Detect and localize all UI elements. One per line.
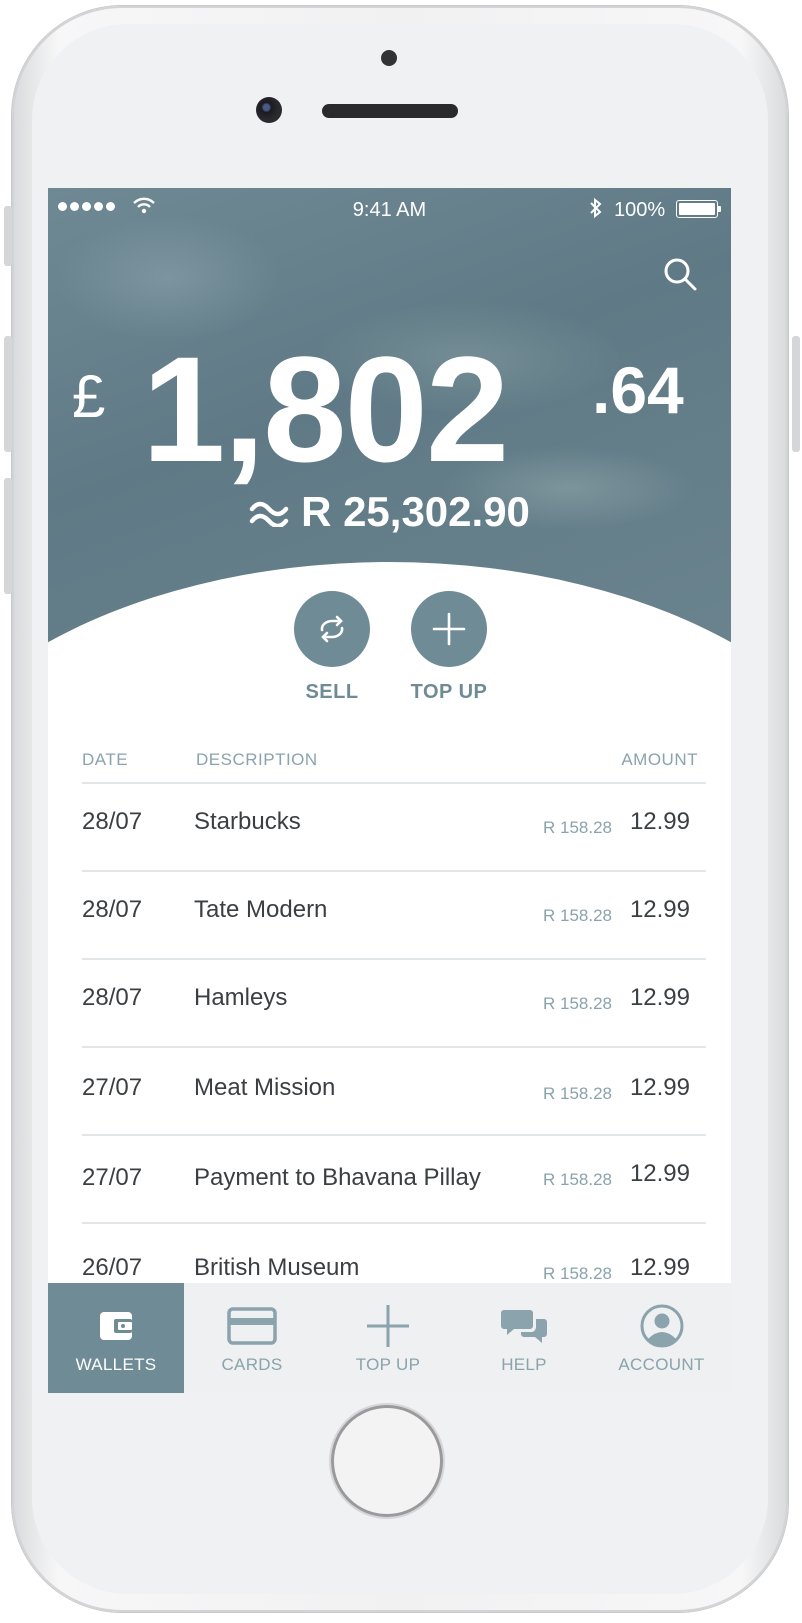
- tab-cards[interactable]: CARDS: [184, 1283, 320, 1393]
- plus-icon: [367, 1305, 409, 1347]
- transaction-row[interactable]: 27/07 Meat Mission R 158.28 12.99: [82, 1046, 706, 1136]
- tab-bar: WALLETS CARDS TOP UP HELP ACCOUNT: [48, 1283, 731, 1393]
- top-up-circle[interactable]: [411, 591, 487, 667]
- wallet-icon: [100, 1312, 132, 1340]
- transaction-row[interactable]: 28/07 Starbucks R 158.28 12.99: [82, 782, 706, 872]
- bluetooth-icon: [590, 197, 602, 219]
- approx-icon: [249, 501, 289, 527]
- transaction-rand-amount: R 158.28: [543, 994, 612, 1013]
- tab-account[interactable]: ACCOUNT: [592, 1283, 731, 1393]
- mute-switch: [4, 206, 12, 266]
- card-icon: [227, 1307, 277, 1345]
- search-icon[interactable]: [660, 254, 700, 294]
- transaction-amount: 12.99: [629, 1074, 690, 1101]
- date-column-header: DATE: [82, 750, 129, 769]
- proximity-sensor: [381, 50, 397, 66]
- transaction-rand-amount: R 158.28: [543, 1264, 612, 1283]
- top-up-label: TOP UP: [410, 681, 488, 703]
- transaction-date: 28/07: [82, 984, 143, 1011]
- front-camera: [256, 97, 282, 123]
- transaction-row[interactable]: 28/07 Hamleys R 158.28 12.99: [82, 958, 706, 1048]
- volume-up-button: [4, 336, 12, 452]
- tab-top-up[interactable]: TOP UP: [320, 1283, 456, 1393]
- transaction-amount: 12.99: [629, 1160, 690, 1187]
- transaction-date: 26/07: [82, 1254, 143, 1281]
- transaction-amount: 12.99: [629, 984, 690, 1011]
- tab-account-label: ACCOUNT: [618, 1355, 705, 1374]
- status-bar: 9:41 AM 100%: [48, 188, 731, 230]
- home-button[interactable]: [331, 1405, 443, 1517]
- transaction-date: 28/07: [82, 896, 143, 923]
- wallet-balance: £ 1,802 .64: [48, 334, 731, 484]
- transaction-date: 27/07: [82, 1074, 143, 1101]
- transaction-description: Tate Modern: [194, 896, 328, 923]
- volume-down-button: [4, 478, 12, 594]
- user-icon: [640, 1304, 683, 1348]
- transaction-rand-amount: R 158.28: [543, 1084, 612, 1103]
- transactions-header: DATE DESCRIPTION AMOUNT: [82, 748, 706, 784]
- exchange-icon: [320, 615, 344, 643]
- sell-button[interactable]: SELL: [292, 591, 372, 704]
- sell-circle[interactable]: [294, 591, 370, 667]
- power-button: [792, 336, 800, 452]
- description-column-header: DESCRIPTION: [196, 750, 318, 769]
- transaction-amount: 12.99: [629, 808, 690, 835]
- converted-amount: R 25,302.90: [301, 488, 530, 535]
- battery-percent: 100%: [614, 199, 666, 221]
- transaction-date: 28/07: [82, 808, 143, 835]
- tab-help[interactable]: HELP: [456, 1283, 592, 1393]
- tab-wallets-label: WALLETS: [75, 1355, 157, 1374]
- battery-icon: [676, 200, 721, 218]
- tab-help-label: HELP: [501, 1355, 547, 1374]
- top-up-button[interactable]: TOP UP: [409, 591, 489, 704]
- transaction-description: Hamleys: [194, 984, 288, 1011]
- balance-decimal: .64: [592, 353, 684, 427]
- amount-column-header: AMOUNT: [621, 750, 698, 769]
- earpiece-speaker: [322, 104, 458, 118]
- transaction-description: Payment to Bhavana Pillay: [194, 1164, 481, 1191]
- plus-icon: [432, 612, 466, 646]
- app-screen: 9:41 AM 100% £ 1,802 .64 R 25,302.90 SEL…: [48, 188, 731, 1393]
- transaction-rand-amount: R 158.28: [543, 906, 612, 925]
- chat-bubbles-icon: [501, 1310, 547, 1343]
- currency-symbol: £: [72, 363, 106, 430]
- tab-wallets[interactable]: WALLETS: [48, 1283, 184, 1393]
- transaction-description: British Museum: [194, 1254, 360, 1281]
- transaction-description: Meat Mission: [194, 1074, 336, 1101]
- tab-cards-label: CARDS: [221, 1355, 283, 1374]
- transaction-amount: 12.99: [629, 896, 690, 923]
- transaction-row[interactable]: 28/07 Tate Modern R 158.28 12.99: [82, 870, 706, 960]
- transaction-rand-amount: R 158.28: [543, 818, 612, 837]
- transaction-amount: 12.99: [629, 1254, 690, 1281]
- balance-whole: 1,802: [142, 325, 509, 493]
- transaction-date: 27/07: [82, 1164, 143, 1191]
- transaction-row[interactable]: 27/07 Payment to Bhavana Pillay R 158.28…: [82, 1134, 706, 1224]
- transaction-description: Starbucks: [194, 808, 301, 835]
- converted-balance: R 25,302.90: [48, 488, 731, 536]
- sell-label: SELL: [305, 681, 359, 703]
- tab-top-up-label: TOP UP: [355, 1355, 421, 1374]
- transaction-rand-amount: R 158.28: [543, 1170, 612, 1189]
